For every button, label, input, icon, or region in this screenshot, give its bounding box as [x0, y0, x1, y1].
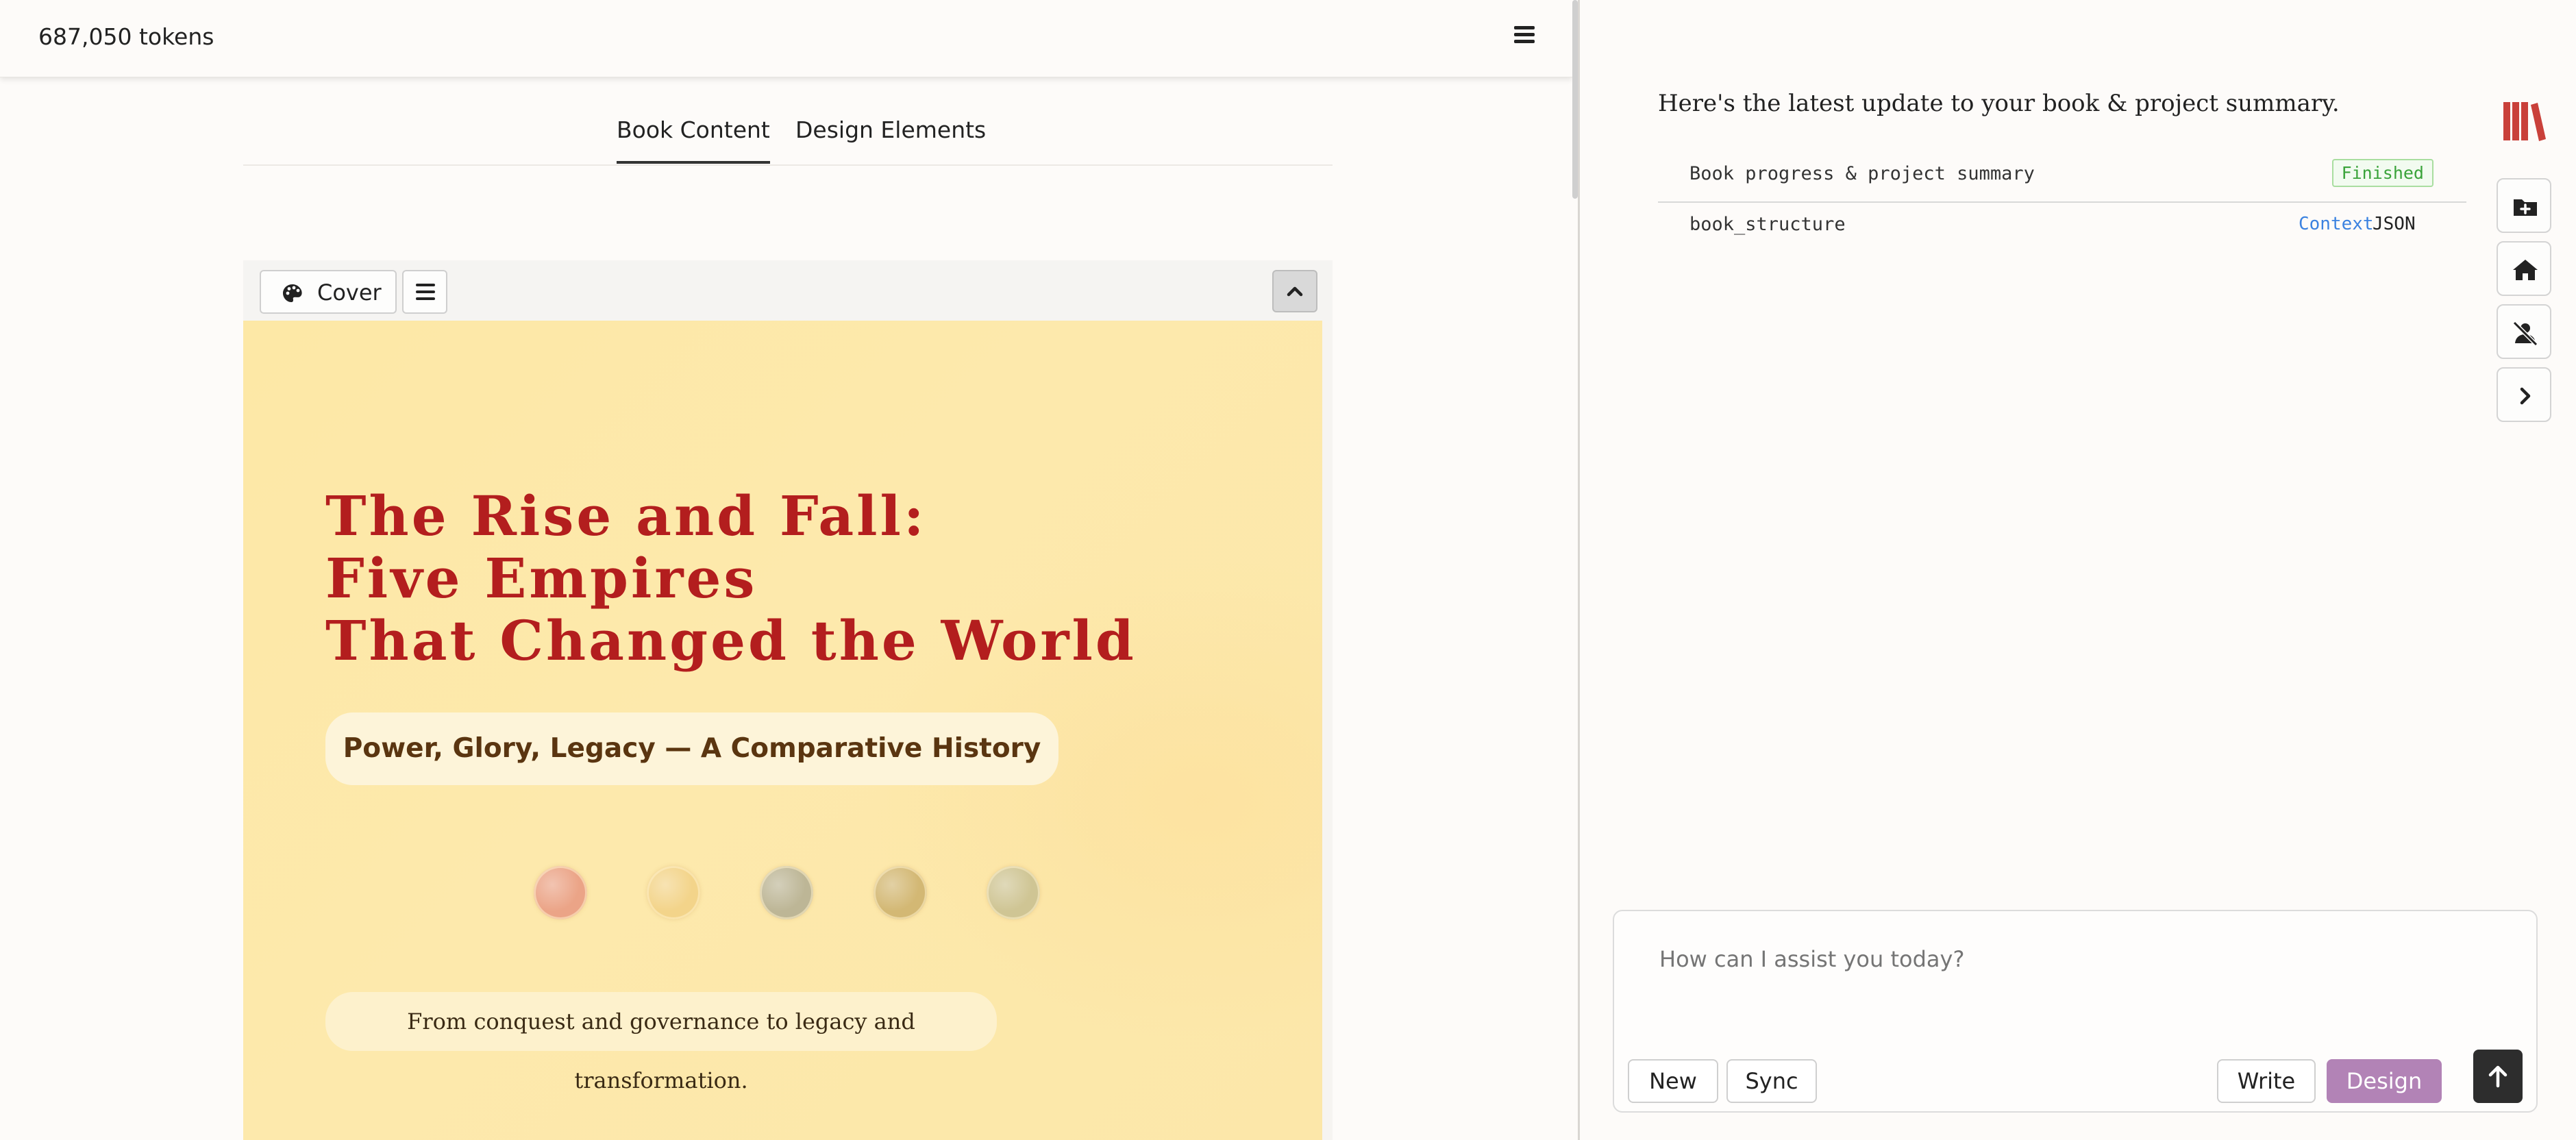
cover-title-line: That Changed the World — [325, 608, 1137, 673]
structure-row: book_structure Context JSON — [1658, 206, 2466, 247]
message-composer: New Sync Write Design — [1613, 910, 2538, 1113]
account-button[interactable] — [2497, 304, 2551, 359]
chevron-up-icon — [1287, 286, 1303, 297]
message-input[interactable] — [1658, 945, 2483, 973]
cover-button[interactable]: Cover — [260, 270, 397, 314]
summary-row[interactable]: Book progress & project summary Finished — [1658, 156, 2466, 203]
tab-book-content[interactable]: Book Content — [617, 116, 770, 164]
new-project-button[interactable] — [2497, 178, 2551, 233]
new-button[interactable]: New — [1628, 1059, 1718, 1103]
cover-button-label: Cover — [317, 280, 382, 306]
home-icon — [2513, 260, 2538, 280]
design-mode-button[interactable]: Design — [2327, 1059, 2442, 1103]
cover-title-line: The Rise and Fall: — [325, 484, 927, 548]
empire-coin — [647, 866, 700, 919]
send-button[interactable] — [2473, 1050, 2523, 1103]
summary-label: Book progress & project summary — [1689, 163, 2035, 184]
sync-button[interactable]: Sync — [1726, 1059, 1817, 1103]
context-link[interactable]: Context — [2299, 214, 2374, 234]
arrow-up-icon — [2488, 1065, 2507, 1088]
chevron-right-icon — [2520, 387, 2531, 405]
tab-design-elements[interactable]: Design Elements — [795, 116, 986, 161]
json-link[interactable]: JSON — [2373, 214, 2416, 234]
assistant-message: Here's the latest update to your book & … — [1658, 90, 2340, 117]
scrollbar[interactable] — [1572, 0, 1578, 199]
book-cover: The Rise and Fall: Five Empires That Cha… — [243, 321, 1322, 1140]
content-tabs: Book Content Design Elements — [243, 103, 1333, 166]
cover-title: The Rise and Fall: Five Empires That Cha… — [325, 485, 1137, 672]
empire-coin — [874, 866, 927, 919]
hamburger-icon[interactable] — [1514, 26, 1535, 47]
collapse-button[interactable] — [1272, 270, 1317, 312]
palette-icon — [283, 284, 302, 302]
structure-label: book_structure — [1689, 214, 1846, 235]
cover-subtitle: Power, Glory, Legacy — A Comparative His… — [343, 733, 1041, 764]
user-slash-icon — [2512, 321, 2538, 347]
top-bar: 687,050 tokens — [0, 0, 1572, 77]
empire-coin — [534, 866, 587, 919]
section-menu-button[interactable] — [402, 270, 447, 314]
write-mode-button[interactable]: Write — [2217, 1059, 2316, 1103]
cover-tagline: From conquest and governance to legacy a… — [407, 1008, 915, 1093]
folder-plus-icon — [2514, 199, 2537, 216]
empire-coin — [987, 866, 1040, 919]
cover-preview: Cover The Rise and Fall: Five Empires Th… — [243, 260, 1333, 1140]
empire-coin — [760, 866, 813, 919]
cover-title-line: Five Empires — [325, 546, 758, 610]
cover-subtitle-pill: Power, Glory, Legacy — A Comparative His… — [325, 712, 1058, 785]
cover-tagline-pill: From conquest and governance to legacy a… — [325, 992, 997, 1093]
books-logo-icon — [2503, 102, 2546, 141]
preview-toolbar: Cover — [243, 260, 1333, 321]
status-badge: Finished — [2331, 159, 2433, 187]
chat-pane: Here's the latest update to your book & … — [1580, 0, 2576, 1140]
hamburger-icon — [416, 284, 435, 304]
home-button[interactable] — [2497, 241, 2551, 296]
expand-button[interactable] — [2497, 367, 2551, 422]
token-counter: 687,050 tokens — [38, 23, 214, 50]
editor-pane: 687,050 tokens Book Content Design Eleme… — [0, 0, 1572, 1140]
